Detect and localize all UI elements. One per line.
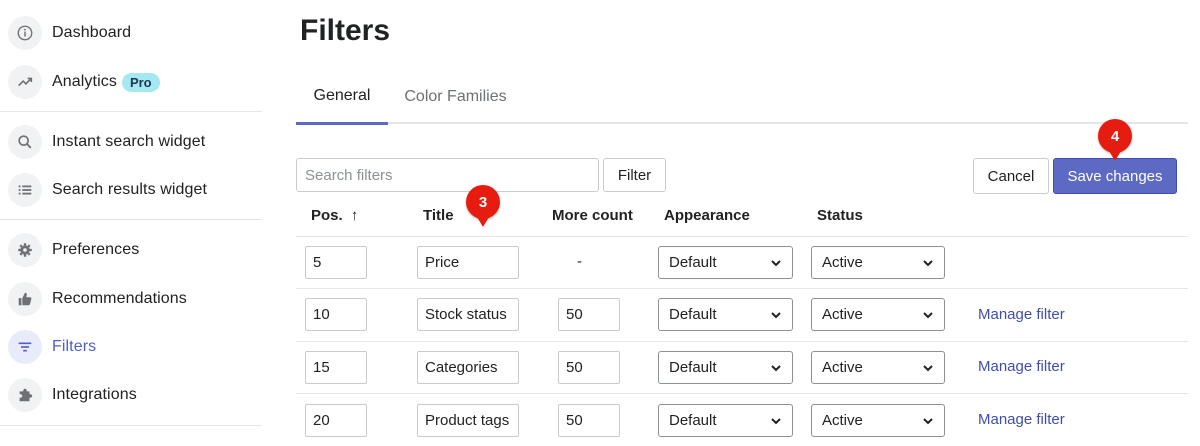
chevron-down-icon xyxy=(923,311,933,318)
chevron-down-icon xyxy=(771,364,781,371)
chevron-down-icon xyxy=(771,311,781,318)
chevron-down-icon xyxy=(923,259,933,266)
chevron-down-icon xyxy=(771,259,781,266)
tab-general[interactable]: General xyxy=(296,70,388,125)
manage-filter-link[interactable]: Manage filter xyxy=(978,358,1065,375)
select-value: Active xyxy=(822,412,863,429)
step-marker-3: 3 xyxy=(466,185,500,227)
status-select[interactable]: Active xyxy=(811,246,945,279)
trend-icon xyxy=(8,65,42,99)
cancel-button[interactable]: Cancel xyxy=(973,158,1049,194)
select-value: Active xyxy=(822,254,863,271)
sidebar: Dashboard Analytics Pro Instant search w… xyxy=(0,0,262,446)
column-header-pos[interactable]: Pos. ↑ xyxy=(311,207,358,224)
info-icon xyxy=(8,16,42,50)
title-input[interactable]: Stock status xyxy=(417,298,519,331)
column-header-more-count: More count xyxy=(552,207,633,224)
manage-filter-link[interactable]: Manage filter xyxy=(978,411,1065,428)
search-icon xyxy=(8,125,42,159)
select-value: Default xyxy=(669,254,717,271)
sidebar-item-label: Recommendations xyxy=(52,290,187,307)
sidebar-item-search-results-widget[interactable]: Search results widget xyxy=(8,172,207,208)
manage-filter-link[interactable]: Manage filter xyxy=(978,306,1065,323)
column-header-status: Status xyxy=(817,207,863,224)
sidebar-item-analytics[interactable]: Analytics Pro xyxy=(8,64,160,100)
sidebar-item-label: Search results widget xyxy=(52,181,208,198)
more-count-input[interactable]: 50 xyxy=(558,298,620,331)
appearance-select[interactable]: Default xyxy=(658,246,793,279)
select-value: Active xyxy=(822,306,863,323)
column-header-appearance: Appearance xyxy=(664,207,750,224)
row-divider xyxy=(296,341,1188,342)
list-icon xyxy=(8,173,42,207)
appearance-select[interactable]: Default xyxy=(658,351,793,384)
sidebar-item-preferences[interactable]: Preferences xyxy=(8,232,139,268)
sidebar-item-label: Analytics xyxy=(52,73,117,90)
tab-color-families[interactable]: Color Families xyxy=(388,70,523,124)
sidebar-item-label: Dashboard xyxy=(52,24,132,41)
chevron-down-icon xyxy=(923,364,933,371)
select-value: Default xyxy=(669,412,717,429)
thumbs-up-icon xyxy=(8,282,42,316)
sidebar-divider xyxy=(0,111,262,112)
sidebar-item-label: Instant search widget xyxy=(52,133,206,150)
position-input[interactable]: 20 xyxy=(305,404,367,437)
title-input[interactable]: Categories xyxy=(417,351,519,384)
row-divider xyxy=(296,393,1188,394)
select-value: Default xyxy=(669,306,717,323)
puzzle-icon xyxy=(8,378,42,412)
pro-badge: Pro xyxy=(121,72,160,92)
more-count-input[interactable]: 50 xyxy=(558,404,620,437)
appearance-select[interactable]: Default xyxy=(658,404,793,437)
position-input[interactable]: 15 xyxy=(305,351,367,384)
page-title: Filters xyxy=(300,14,391,47)
sidebar-item-label: Integrations xyxy=(52,386,137,403)
column-header-label: Pos. xyxy=(311,207,343,224)
status-select[interactable]: Active xyxy=(811,298,945,331)
appearance-select[interactable]: Default xyxy=(658,298,793,331)
sidebar-item-filters[interactable]: Filters xyxy=(8,329,96,365)
title-input[interactable]: Price xyxy=(417,246,519,279)
sidebar-divider xyxy=(0,219,262,220)
tab-bar: General Color Families xyxy=(296,70,1188,125)
more-count-value: - xyxy=(577,253,582,270)
gear-icon xyxy=(8,233,42,267)
select-value: Active xyxy=(822,359,863,376)
filter-button[interactable]: Filter xyxy=(603,158,666,192)
row-divider xyxy=(296,236,1188,237)
filter-icon xyxy=(8,330,42,364)
sidebar-item-instant-search-widget[interactable]: Instant search widget xyxy=(8,124,205,160)
sidebar-item-dashboard[interactable]: Dashboard xyxy=(8,15,131,51)
sidebar-item-label: Filters xyxy=(52,338,97,355)
save-changes-button[interactable]: Save changes xyxy=(1053,158,1177,194)
sort-arrow-icon: ↑ xyxy=(350,207,359,224)
sidebar-item-label: Preferences xyxy=(52,241,140,258)
column-header-title: Title xyxy=(423,207,454,224)
position-input[interactable]: 10 xyxy=(305,298,367,331)
chevron-down-icon xyxy=(771,417,781,424)
select-value: Default xyxy=(669,359,717,376)
search-input[interactable] xyxy=(296,158,599,192)
title-input[interactable]: Product tags xyxy=(417,404,519,437)
status-select[interactable]: Active xyxy=(811,404,945,437)
status-select[interactable]: Active xyxy=(811,351,945,384)
sidebar-item-integrations[interactable]: Integrations xyxy=(8,377,137,413)
sidebar-divider xyxy=(0,425,262,426)
step-marker-4: 4 xyxy=(1098,119,1132,161)
position-input[interactable]: 5 xyxy=(305,246,367,279)
more-count-input[interactable]: 50 xyxy=(558,351,620,384)
chevron-down-icon xyxy=(923,417,933,424)
row-divider xyxy=(296,288,1188,289)
sidebar-item-recommendations[interactable]: Recommendations xyxy=(8,281,187,317)
